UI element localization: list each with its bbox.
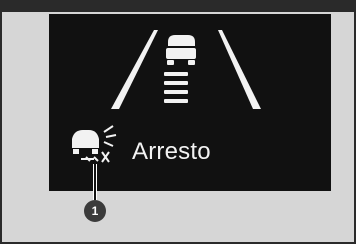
manual-illustration: Arresto 1 xyxy=(0,0,356,244)
callout-number-badge: 1 xyxy=(84,200,106,222)
top-border xyxy=(0,0,356,12)
status-label: Arresto xyxy=(132,138,211,165)
lead-vehicle-icon xyxy=(166,35,196,65)
acc-car-status-icon xyxy=(72,125,117,163)
instrument-display: Arresto xyxy=(49,14,331,191)
